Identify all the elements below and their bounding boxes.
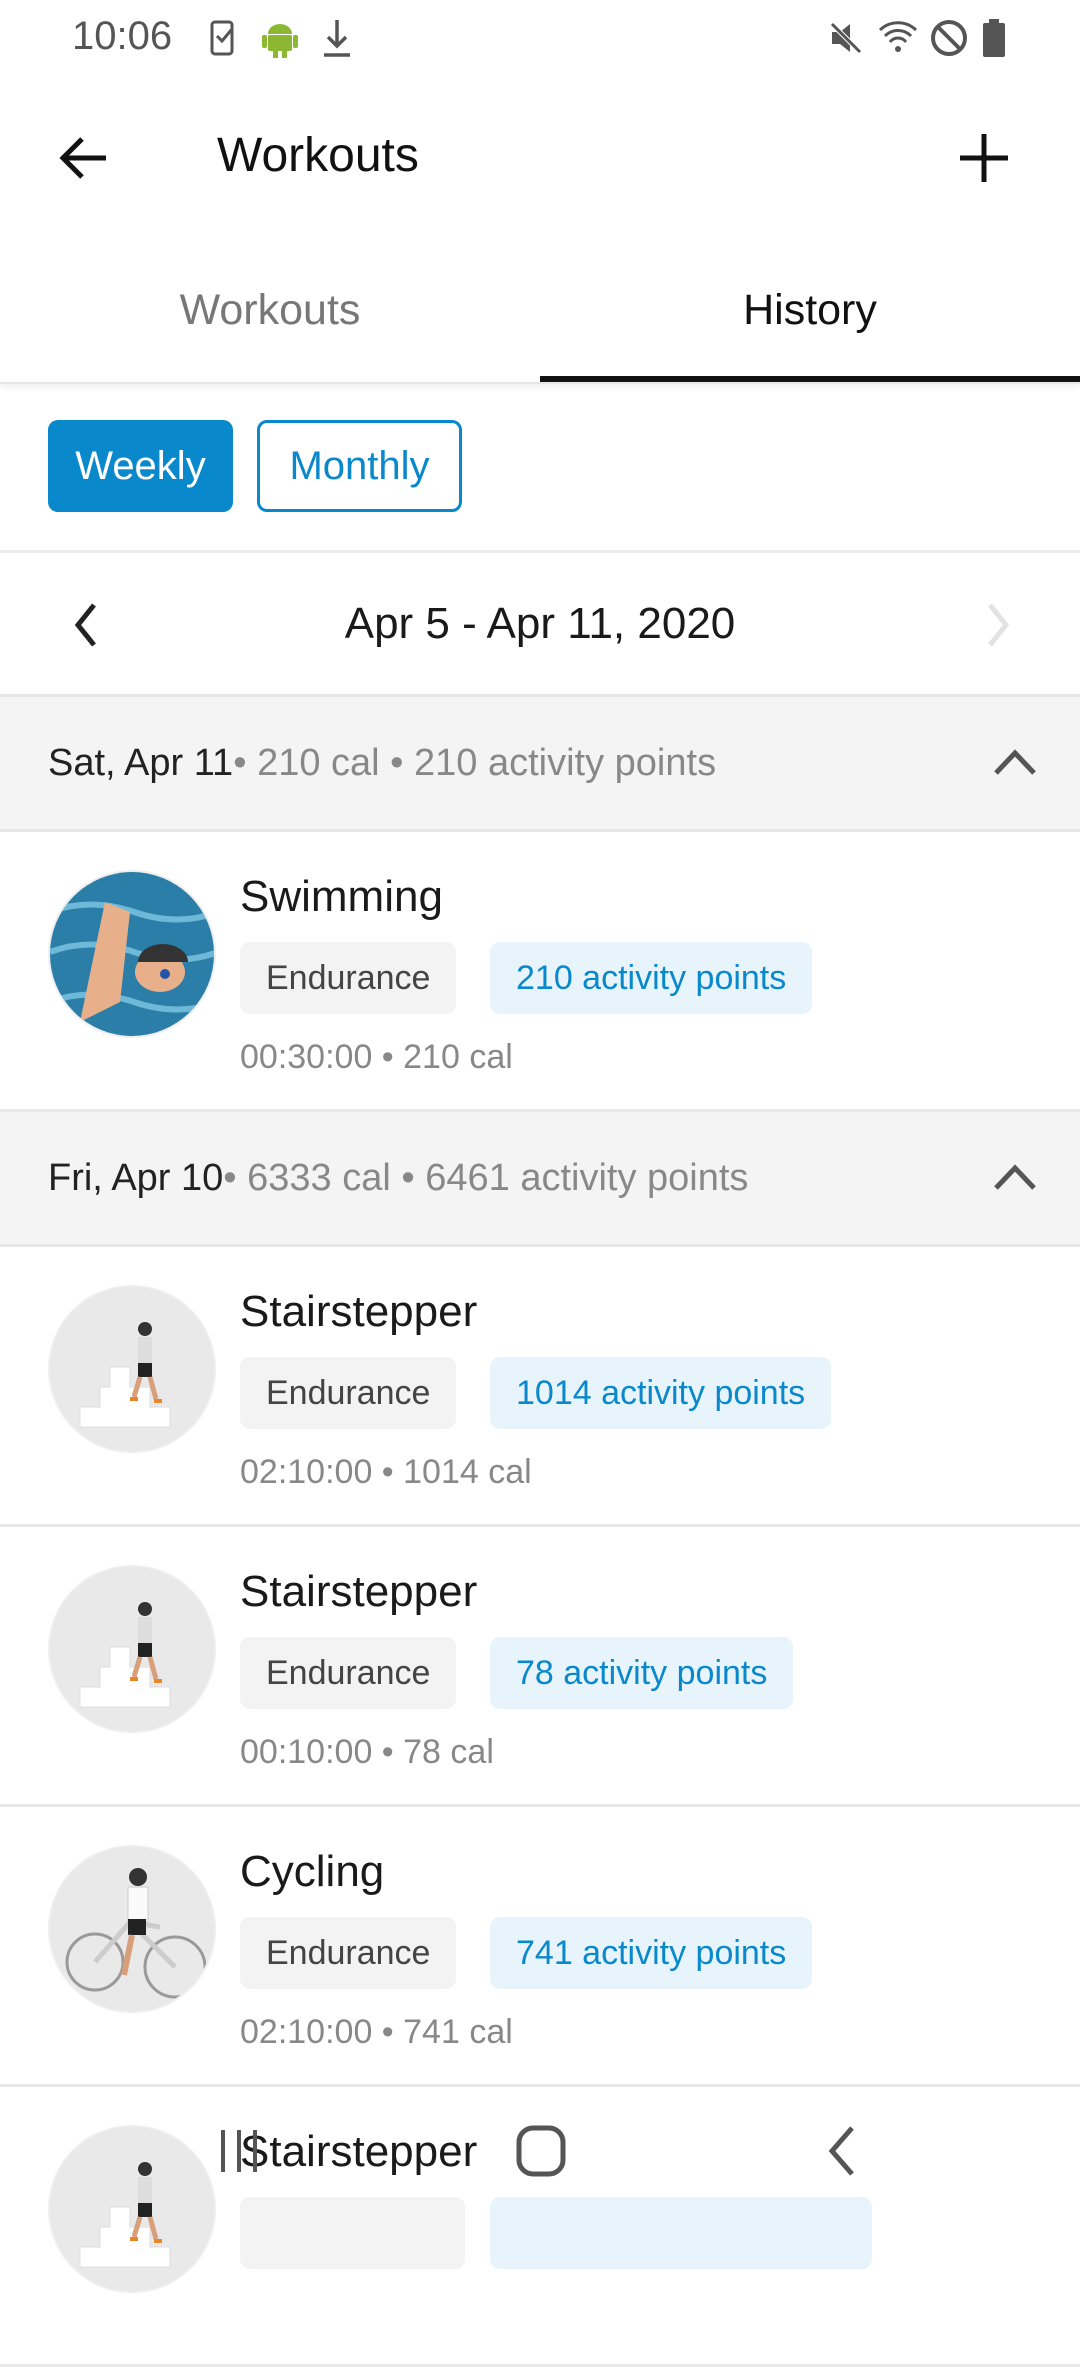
tab-bar: Workouts History [0,250,1080,384]
mute-icon [828,18,864,58]
battery-icon [982,18,1006,58]
chevron-right-icon [988,603,1010,647]
chevron-up-icon[interactable] [990,739,1040,789]
workout-type-chip: Endurance [240,1917,457,1989]
day-header[interactable]: Fri, Apr 10 • 6333 cal • 6461 activity p… [0,1112,1080,1247]
back-button[interactable] [54,128,114,188]
workout-type-chip: Endurance [240,1637,457,1709]
home-icon[interactable] [515,2124,567,2178]
workout-list-item[interactable]: Stairstepper Endurance 78 activity point… [0,1527,1080,1807]
workout-image [48,1845,216,2013]
date-range-label: Apr 5 - Apr 11, 2020 [344,599,736,648]
activity-points-chip: 741 activity points [490,1917,813,1989]
task-check-icon [210,18,236,58]
status-time: 10:06 [72,14,173,58]
workout-details: 00:30:00 • 210 cal [240,1038,513,1076]
day-summary: • 210 cal • 210 activity points [233,741,717,784]
workout-details: 00:10:00 • 78 cal [240,1733,494,1771]
workout-image [48,870,216,1038]
tab-indicator [540,376,1080,382]
date-navigator: Apr 5 - Apr 11, 2020 [0,553,1080,697]
workout-name: Cycling [240,1847,385,1896]
activity-points-chip: 210 activity points [490,942,813,1014]
day-date: Sat, Apr 11 [48,741,234,784]
workout-name: Stairstepper [240,1287,478,1336]
day-date: Fri, Apr 10 [48,1156,224,1199]
plus-icon [960,134,1008,182]
add-workout-button[interactable] [954,128,1014,188]
workout-image [48,1565,216,1733]
monthly-toggle[interactable]: Monthly [257,420,462,512]
workout-name: Stairstepper [240,1567,478,1616]
system-nav-bar [0,2080,1080,2220]
recent-apps-icon[interactable] [215,2126,265,2176]
workout-list-item[interactable]: Stairstepper Endurance 1014 activity poi… [0,1247,1080,1527]
arrow-left-icon [59,137,106,179]
next-week-button[interactable] [972,595,1022,655]
weekly-toggle[interactable]: Weekly [48,420,233,512]
wifi-icon [878,18,918,58]
workout-type-chip: Endurance [240,942,457,1014]
workout-details: 02:10:00 • 1014 cal [240,1453,532,1491]
workout-list-item[interactable]: Swimming Endurance 210 activity points 0… [0,832,1080,1112]
day-header[interactable]: Sat, Apr 11 • 210 cal • 210 activity poi… [0,697,1080,832]
system-back-icon[interactable] [822,2124,862,2178]
day-summary: • 6333 cal • 6461 activity points [223,1156,749,1199]
status-bar: 10:06 [0,0,1080,75]
android-icon [262,18,298,58]
tab-workouts[interactable]: Workouts [0,250,540,384]
activity-points-chip: 78 activity points [490,1637,794,1709]
workout-details: 02:10:00 • 741 cal [240,2013,513,2051]
workout-type-chip: Endurance [240,1357,457,1429]
workout-image [48,1285,216,1453]
do-not-disturb-icon [930,18,968,58]
tab-history[interactable]: History [540,250,1080,384]
page-title: Workouts [217,129,419,182]
download-icon [322,18,352,58]
chevron-up-icon[interactable] [990,1154,1040,1204]
workout-list-item[interactable]: Cycling Endurance 741 activity points 02… [0,1807,1080,2087]
activity-points-chip: 1014 activity points [490,1357,832,1429]
workout-name: Swimming [240,872,443,921]
